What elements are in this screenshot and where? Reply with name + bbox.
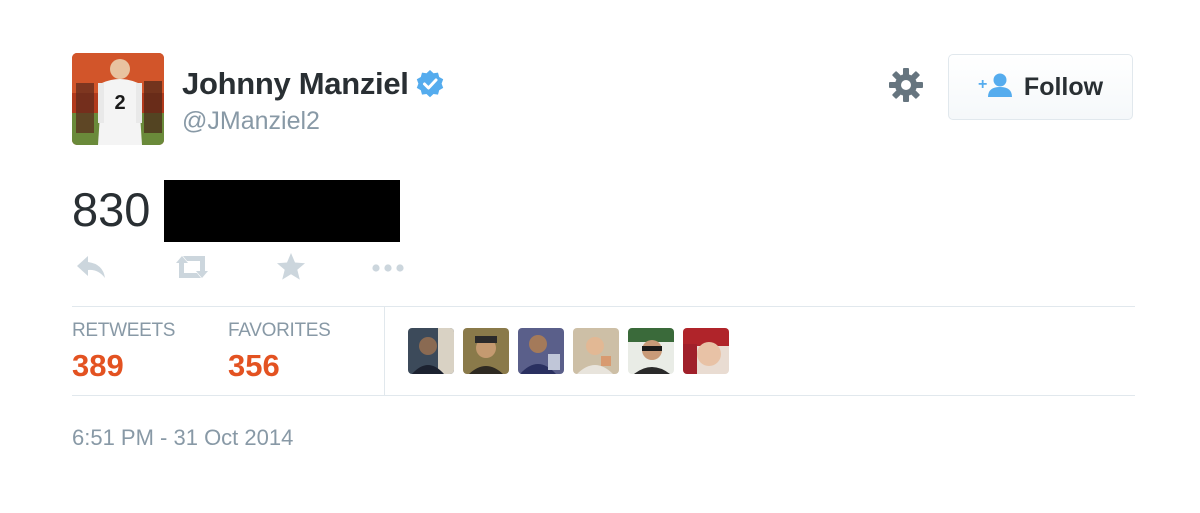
tweet-text-content: 830 bbox=[72, 183, 151, 236]
follow-button[interactable]: + Follow bbox=[948, 54, 1133, 120]
follow-label: Follow bbox=[1023, 72, 1104, 101]
favorites-stat[interactable]: FAVORITES 356 bbox=[228, 320, 331, 384]
tweet-text: 830 bbox=[72, 178, 401, 242]
name-row: Johnny Manziel bbox=[182, 66, 445, 102]
favoriter-avatar[interactable] bbox=[628, 328, 674, 374]
user-avatar-4-icon bbox=[573, 328, 619, 374]
retweets-label: RETWEETS bbox=[72, 320, 176, 341]
retweet-icon[interactable] bbox=[172, 250, 212, 289]
add-person-icon: + bbox=[978, 72, 1014, 103]
stats-top-divider bbox=[72, 306, 1135, 307]
stats-vertical-divider bbox=[384, 307, 385, 395]
tweet-card: 2 Johnny Manziel @JManziel2 + Follow 830… bbox=[0, 0, 1200, 513]
svg-text:+: + bbox=[978, 76, 987, 93]
user-avatar-6-icon bbox=[683, 328, 729, 374]
favoriter-avatar[interactable] bbox=[463, 328, 509, 374]
gear-icon[interactable] bbox=[887, 66, 925, 104]
favoriter-avatar[interactable] bbox=[683, 328, 729, 374]
profile-avatar[interactable]: 2 bbox=[72, 53, 164, 145]
favorites-count: 356 bbox=[228, 348, 280, 383]
favoriters-list bbox=[408, 328, 729, 374]
user-avatar-3-icon bbox=[518, 328, 564, 374]
profile-photo-icon: 2 bbox=[72, 53, 164, 145]
reply-icon[interactable] bbox=[74, 250, 108, 289]
stats-bottom-divider bbox=[72, 395, 1135, 396]
favoriter-avatar[interactable] bbox=[408, 328, 454, 374]
tweet-timestamp[interactable]: 6:51 PM - 31 Oct 2014 bbox=[72, 425, 293, 451]
redaction-bar bbox=[164, 180, 401, 242]
verified-badge-icon bbox=[415, 69, 445, 99]
favorite-icon[interactable] bbox=[274, 250, 308, 289]
user-avatar-1-icon bbox=[408, 328, 454, 374]
retweets-stat[interactable]: RETWEETS 389 bbox=[72, 320, 175, 384]
favoriter-avatar[interactable] bbox=[573, 328, 619, 374]
user-avatar-5-icon bbox=[628, 328, 674, 374]
favoriter-avatar[interactable] bbox=[518, 328, 564, 374]
favorites-label: FAVORITES bbox=[228, 320, 331, 341]
user-avatar-2-icon bbox=[463, 328, 509, 374]
more-icon[interactable] bbox=[368, 250, 408, 289]
svg-text:2: 2 bbox=[114, 92, 125, 114]
user-fullname[interactable]: Johnny Manziel bbox=[182, 66, 409, 102]
retweets-count: 389 bbox=[72, 348, 124, 383]
user-handle[interactable]: @JManziel2 bbox=[182, 107, 320, 136]
